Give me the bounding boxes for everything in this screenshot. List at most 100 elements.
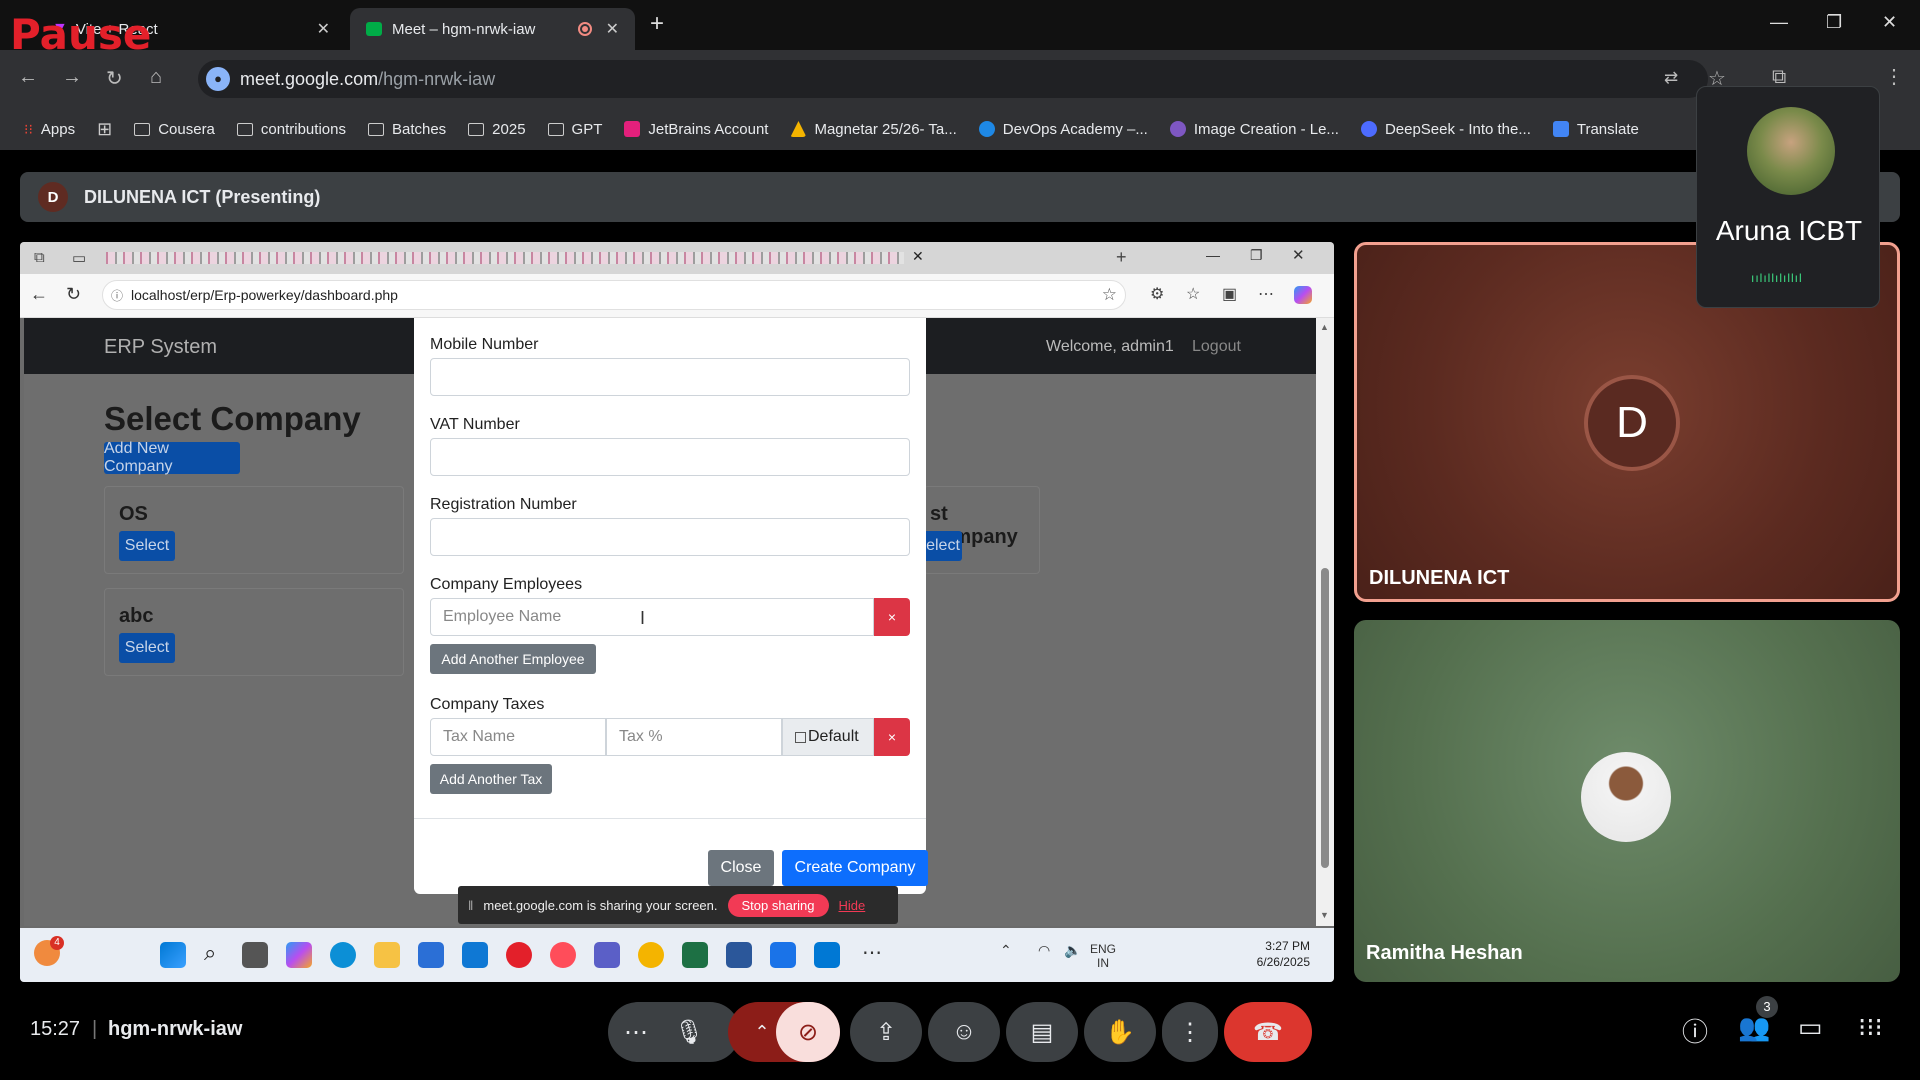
- chrome-icon[interactable]: [638, 942, 664, 968]
- scrollbar[interactable]: ▲ ▼: [1316, 318, 1334, 926]
- bookmark-deepseek[interactable]: DeepSeek - Into the...: [1360, 121, 1531, 138]
- word-icon[interactable]: [726, 942, 752, 968]
- remove-tax-button[interactable]: ×: [874, 718, 910, 756]
- tray-chevron-icon[interactable]: ⌃: [1000, 942, 1012, 959]
- vscode-icon[interactable]: [814, 942, 840, 968]
- remove-employee-button[interactable]: ×: [874, 598, 910, 636]
- employee-name-field[interactable]: Employee Name: [430, 598, 874, 636]
- task-view-icon[interactable]: [242, 942, 268, 968]
- teams-icon[interactable]: [594, 942, 620, 968]
- close-window-icon[interactable]: ✕: [1292, 246, 1305, 264]
- create-company-button[interactable]: Create Company: [782, 850, 928, 886]
- scroll-up-icon[interactable]: ▲: [1320, 322, 1329, 332]
- wifi-icon[interactable]: ◠: [1038, 942, 1050, 959]
- more-apps-icon[interactable]: ⋯: [862, 940, 882, 965]
- tray-language[interactable]: ENG IN: [1090, 942, 1116, 970]
- bookmark-magnetar[interactable]: Magnetar 25/26- Ta...: [790, 121, 957, 138]
- hide-link[interactable]: Hide: [839, 898, 866, 913]
- copilot-icon[interactable]: [1294, 286, 1312, 304]
- captions-button[interactable]: ▤: [1006, 1002, 1078, 1062]
- bookmark-devops[interactable]: DevOps Academy –...: [978, 121, 1148, 138]
- more-options-button[interactable]: ⋮: [1162, 1002, 1218, 1062]
- tab-groups-icon[interactable]: ⊞: [97, 119, 112, 140]
- chat-icon[interactable]: ▭: [1798, 1012, 1823, 1043]
- file-explorer-icon[interactable]: [374, 942, 400, 968]
- bookmark-image-creation[interactable]: Image Creation - Le...: [1169, 121, 1339, 138]
- bookmark-translate[interactable]: Translate: [1552, 121, 1639, 138]
- url-field[interactable]: meet.google.com/hgm-nrwk-iaw: [198, 60, 1708, 98]
- tab-actions-icon[interactable]: ▭: [72, 249, 86, 267]
- volume-icon[interactable]: 🔈: [1064, 942, 1081, 959]
- excel-icon[interactable]: [682, 942, 708, 968]
- forward-icon[interactable]: →: [62, 66, 82, 89]
- audio-options-button[interactable]: ⋯ 🎙: [608, 1002, 740, 1062]
- select-button[interactable]: Select: [119, 633, 175, 663]
- camera-off-button[interactable]: ⊘: [776, 1002, 840, 1062]
- favorite-star-icon[interactable]: ☆: [1102, 285, 1117, 305]
- outlook-icon[interactable]: [462, 942, 488, 968]
- bookmark-2025[interactable]: 2025: [468, 121, 526, 138]
- drag-handle-icon[interactable]: ‖: [468, 898, 473, 913]
- close-tab-icon[interactable]: ✕: [606, 19, 619, 39]
- tax-name-field[interactable]: Tax Name: [430, 718, 606, 756]
- bookmark-contributions[interactable]: contributions: [236, 121, 346, 138]
- reload-icon[interactable]: ↻: [66, 284, 81, 305]
- opera-gx-icon[interactable]: [550, 942, 576, 968]
- windows-start-icon[interactable]: [160, 942, 186, 968]
- close-tab-icon[interactable]: ✕: [317, 19, 330, 39]
- raise-hand-button[interactable]: ✋: [1084, 1002, 1156, 1062]
- new-tab-icon[interactable]: +: [1116, 247, 1127, 268]
- vat-field[interactable]: [430, 438, 910, 476]
- home-icon[interactable]: ⌂: [150, 66, 162, 89]
- extensions-icon[interactable]: ⚙: [1150, 284, 1164, 304]
- add-company-button[interactable]: Add New Company: [104, 440, 240, 475]
- search-icon[interactable]: ⌕: [204, 940, 216, 966]
- copilot-icon[interactable]: [286, 942, 312, 968]
- leave-call-button[interactable]: ☎: [1224, 1002, 1312, 1062]
- logout-link[interactable]: Logout: [1192, 338, 1241, 356]
- select-button[interactable]: Select: [119, 531, 175, 561]
- stop-sharing-button[interactable]: Stop sharing: [727, 893, 829, 917]
- bookmark-cousera[interactable]: Cousera: [134, 121, 215, 138]
- restore-icon[interactable]: ❐: [1250, 247, 1263, 264]
- restore-icon[interactable]: ❐: [1826, 12, 1842, 33]
- workspaces-icon[interactable]: ⧉: [34, 249, 45, 266]
- microphone-icon[interactable]: ●: [206, 67, 230, 91]
- reactions-button[interactable]: ☺: [928, 1002, 1000, 1062]
- bookmark-jetbrains[interactable]: JetBrains Account: [624, 121, 768, 138]
- bookmark-apps[interactable]: ⁝⁝ Apps: [24, 121, 75, 138]
- scroll-down-icon[interactable]: ▼: [1320, 910, 1329, 920]
- menu-kebab-icon[interactable]: ⋮: [1884, 64, 1904, 89]
- checkbox-box[interactable]: [795, 731, 806, 743]
- close-window-icon[interactable]: ✕: [1882, 12, 1897, 33]
- meeting-info-icon[interactable]: ⓘ: [1682, 1012, 1708, 1049]
- more-tools-icon[interactable]: ⋯: [1258, 284, 1274, 304]
- present-screen-button[interactable]: ⇪: [850, 1002, 922, 1062]
- scrollbar-thumb[interactable]: [1321, 568, 1329, 868]
- favorites-icon[interactable]: ☆: [1186, 284, 1200, 304]
- activities-icon[interactable]: ⁝⁝⁝: [1858, 1012, 1883, 1043]
- translate-icon[interactable]: ⇄: [1664, 68, 1678, 88]
- select-button[interactable]: elect: [924, 531, 962, 561]
- tab-meet[interactable]: Meet – hgm-nrwk-iaw ✕: [350, 8, 635, 50]
- tax-percent-field[interactable]: Tax %: [606, 718, 782, 756]
- close-button[interactable]: Close: [708, 850, 774, 886]
- minimize-icon[interactable]: —: [1770, 12, 1788, 33]
- reload-icon[interactable]: ↻: [106, 66, 123, 91]
- opera-icon[interactable]: [506, 942, 532, 968]
- edge-icon[interactable]: [330, 942, 356, 968]
- bookmark-batches[interactable]: Batches: [367, 121, 446, 138]
- add-tax-button[interactable]: Add Another Tax: [430, 764, 552, 794]
- default-checkbox[interactable]: Default: [782, 718, 874, 756]
- new-tab-icon[interactable]: +: [650, 10, 664, 38]
- participant-tile[interactable]: Ramitha Heshan: [1354, 620, 1900, 982]
- mobile-field[interactable]: [430, 358, 910, 396]
- floating-self-tile[interactable]: Aruna ICBT ıılıllılıllıl: [1696, 86, 1880, 308]
- taskbar-clock[interactable]: 3:27 PM 6/26/2025: [1220, 938, 1310, 970]
- store-icon[interactable]: [418, 942, 444, 968]
- back-icon[interactable]: ←: [30, 284, 48, 305]
- erp-brand[interactable]: ERP System: [104, 336, 217, 359]
- notepad-icon[interactable]: [770, 942, 796, 968]
- edge-tab-favicons[interactable]: [106, 252, 904, 264]
- collections-icon[interactable]: ▣: [1222, 284, 1237, 304]
